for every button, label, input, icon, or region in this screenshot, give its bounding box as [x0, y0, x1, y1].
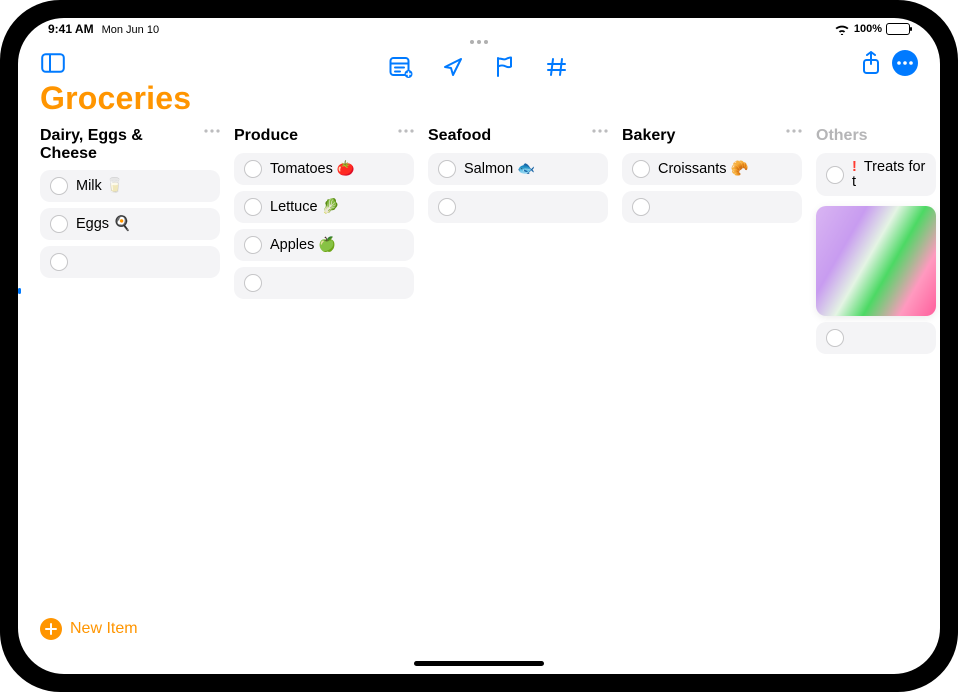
- complete-radio[interactable]: [50, 253, 68, 271]
- complete-radio[interactable]: [632, 198, 650, 216]
- new-item-label: New Item: [70, 620, 138, 638]
- section-more-icon[interactable]: [204, 127, 220, 133]
- section-more-icon[interactable]: [786, 127, 802, 133]
- reminder-text[interactable]: Apples 🍏: [270, 238, 336, 253]
- section-title[interactable]: Others: [816, 127, 936, 145]
- complete-radio[interactable]: [438, 160, 456, 178]
- more-menu-icon[interactable]: [892, 50, 918, 76]
- complete-radio[interactable]: [632, 160, 650, 178]
- section-column: Seafood Salmon 🐟: [428, 127, 608, 674]
- section-column: Produce Tomatoes 🍅 Lettuce 🥬 Apples 🍏: [234, 127, 414, 674]
- tag-icon[interactable]: [544, 54, 570, 80]
- complete-radio[interactable]: [244, 198, 262, 216]
- section-column: Others ! Treats for t: [816, 127, 936, 674]
- scroll-position-marker: [18, 288, 21, 294]
- reminder-item[interactable]: Eggs 🍳: [40, 208, 220, 240]
- status-bar: 9:41 AM Mon Jun 10 100%: [18, 18, 940, 38]
- new-reminder-placeholder[interactable]: [622, 191, 802, 223]
- complete-radio[interactable]: [244, 274, 262, 292]
- section-title[interactable]: Bakery: [622, 127, 782, 145]
- section-title[interactable]: Dairy, Eggs & Cheese: [40, 127, 200, 164]
- complete-radio[interactable]: [826, 166, 844, 184]
- reminder-item[interactable]: ! Treats for t: [816, 153, 936, 196]
- complete-radio[interactable]: [50, 215, 68, 233]
- flag-icon[interactable]: [492, 54, 518, 80]
- multitasking-dots[interactable]: [470, 40, 488, 44]
- reminder-text[interactable]: Eggs 🍳: [76, 217, 131, 232]
- section-column: Bakery Croissants 🥐: [622, 127, 802, 674]
- reminder-text[interactable]: Tomatoes 🍅: [270, 162, 355, 177]
- status-time: 9:41 AM: [48, 22, 94, 36]
- reminder-image-thumbnail[interactable]: [816, 206, 936, 316]
- reminder-item[interactable]: Lettuce 🥬: [234, 191, 414, 223]
- section-column: Dairy, Eggs & Cheese Milk 🥛 Eggs 🍳: [40, 127, 220, 674]
- reminder-item[interactable]: Salmon 🐟: [428, 153, 608, 185]
- complete-radio[interactable]: [50, 177, 68, 195]
- complete-radio[interactable]: [244, 160, 262, 178]
- complete-radio[interactable]: [438, 198, 456, 216]
- section-more-icon[interactable]: [592, 127, 608, 133]
- home-indicator[interactable]: [414, 661, 544, 666]
- new-reminder-placeholder[interactable]: [234, 267, 414, 299]
- section-header: Bakery: [622, 127, 802, 147]
- reminder-text[interactable]: Salmon 🐟: [464, 162, 535, 177]
- section-more-icon[interactable]: [398, 127, 414, 133]
- section-title[interactable]: Seafood: [428, 127, 588, 145]
- wifi-icon: [834, 24, 850, 35]
- reminder-item[interactable]: Apples 🍏: [234, 229, 414, 261]
- battery-icon: [886, 23, 910, 35]
- section-header: Others: [816, 127, 936, 147]
- list-title: Groceries: [40, 80, 918, 117]
- battery-percent: 100%: [854, 23, 882, 35]
- new-reminder-placeholder[interactable]: [428, 191, 608, 223]
- reminder-text[interactable]: Lettuce 🥬: [270, 200, 340, 215]
- new-reminder-placeholder[interactable]: [40, 246, 220, 278]
- status-date: Mon Jun 10: [102, 24, 159, 36]
- reminder-item[interactable]: Milk 🥛: [40, 170, 220, 202]
- calendar-icon[interactable]: [388, 54, 414, 80]
- reminder-item[interactable]: Croissants 🥐: [622, 153, 802, 185]
- sections-container: Dairy, Eggs & Cheese Milk 🥛 Eggs 🍳 Produce T…: [18, 123, 940, 674]
- sidebar-toggle-icon[interactable]: [40, 50, 66, 76]
- new-reminder-placeholder[interactable]: [816, 322, 936, 354]
- section-header: Seafood: [428, 127, 608, 147]
- complete-radio[interactable]: [244, 236, 262, 254]
- location-icon[interactable]: [440, 54, 466, 80]
- reminder-text[interactable]: Croissants 🥐: [658, 162, 749, 177]
- new-item-button[interactable]: New Item: [40, 618, 138, 640]
- complete-radio[interactable]: [826, 329, 844, 347]
- share-icon[interactable]: [858, 50, 884, 76]
- reminder-text[interactable]: ! Treats for t: [852, 160, 926, 189]
- section-title[interactable]: Produce: [234, 127, 394, 145]
- reminder-item[interactable]: Tomatoes 🍅: [234, 153, 414, 185]
- section-header: Dairy, Eggs & Cheese: [40, 127, 220, 164]
- reminder-text[interactable]: Milk 🥛: [76, 179, 124, 194]
- plus-icon: [40, 618, 62, 640]
- section-header: Produce: [234, 127, 414, 147]
